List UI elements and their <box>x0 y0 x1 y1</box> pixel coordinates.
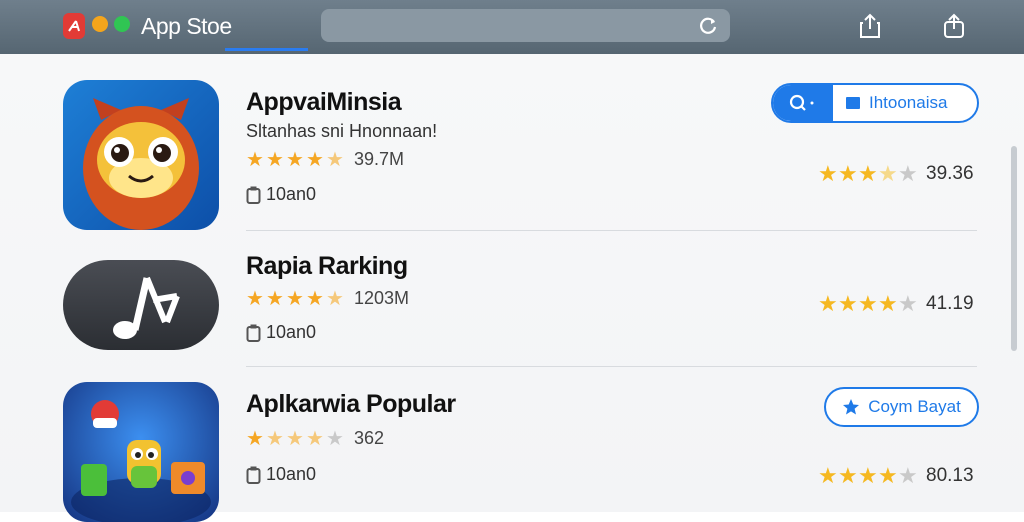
get-button[interactable]: Coym Bayat <box>824 387 979 427</box>
right-rating-value: 41.19 <box>926 293 974 314</box>
zoom-window-button[interactable] <box>114 16 130 32</box>
row-divider <box>246 366 977 367</box>
star-icon: ★ <box>838 161 858 186</box>
app-size: 10an0 <box>246 322 316 343</box>
star-icon: ★ <box>326 288 344 310</box>
star-icon: ★ <box>266 288 284 310</box>
star-icon: ★ <box>286 149 304 171</box>
star-icon: ★ <box>326 428 344 450</box>
app-subtitle: Sltanhas sni Hnonnaan! <box>246 121 438 141</box>
app-store-logo-icon <box>63 13 85 39</box>
search-icon <box>789 94 814 111</box>
rating-count: 362 <box>354 428 385 448</box>
star-icon: ★ <box>898 161 918 186</box>
star-icon: ★ <box>838 291 858 316</box>
right-rating: ★ ★ ★ ★ ★ 39.36 <box>818 161 974 187</box>
star-icon: ★ <box>898 291 918 316</box>
owl-app-icon <box>63 80 219 230</box>
title-bar: App Stoe <box>0 0 1024 54</box>
star-icon: ★ <box>266 149 284 171</box>
star-badge-icon <box>843 399 860 415</box>
star-icon: ★ <box>246 428 264 450</box>
app-list: AppvaiMinsia Sltanhas sni Hnonnaan! ★ ★ … <box>0 54 1024 522</box>
app-name[interactable]: AppvaiMinsia <box>246 88 402 117</box>
star-icon: ★ <box>306 288 324 310</box>
star-icon: ★ <box>858 463 878 488</box>
app-size: 10an0 <box>246 184 316 205</box>
search-pill[interactable]: Ihtoonaisa <box>771 83 979 123</box>
bookmark-icon <box>846 97 860 109</box>
star-icon: ★ <box>246 288 264 310</box>
get-button-label: Coym Bayat <box>868 397 961 416</box>
share-icon[interactable] <box>858 13 882 39</box>
app-rating: ★ ★ ★ ★ ★ 362 <box>246 426 384 451</box>
music-app-icon <box>63 260 219 350</box>
right-rating-value: 80.13 <box>926 465 974 486</box>
active-tab-indicator <box>225 48 308 51</box>
star-icon: ★ <box>306 149 324 171</box>
star-icon: ★ <box>818 161 838 186</box>
star-icon: ★ <box>878 161 898 186</box>
right-rating: ★ ★ ★ ★ ★ 41.19 <box>818 291 974 317</box>
right-rating-value: 39.36 <box>926 163 974 184</box>
app-size-value: 10an0 <box>266 184 317 204</box>
star-icon: ★ <box>286 428 304 450</box>
minimize-window-button[interactable] <box>92 16 108 32</box>
star-icon: ★ <box>858 291 878 316</box>
star-icon: ★ <box>858 161 878 186</box>
scrollbar[interactable] <box>1011 146 1017 351</box>
app-rating: ★ ★ ★ ★ ★ 1203M <box>246 286 409 311</box>
star-icon: ★ <box>838 463 858 488</box>
file-icon <box>246 324 261 342</box>
star-icon: ★ <box>286 288 304 310</box>
file-icon <box>246 466 261 484</box>
right-rating: ★ ★ ★ ★ ★ 80.13 <box>818 463 974 489</box>
star-icon: ★ <box>266 428 284 450</box>
reload-icon[interactable] <box>697 14 719 36</box>
star-icon: ★ <box>818 463 838 488</box>
app-rating: ★ ★ ★ ★ ★ 39.7M <box>246 147 404 172</box>
star-icon: ★ <box>326 149 344 171</box>
star-icon: ★ <box>306 428 324 450</box>
app-size-value: 10an0 <box>266 464 317 484</box>
star-icon: ★ <box>878 291 898 316</box>
star-icon: ★ <box>246 149 264 171</box>
rating-count: 1203M <box>354 288 410 308</box>
app-name[interactable]: Rapia Rarking <box>246 252 408 281</box>
rating-count: 39.7M <box>354 149 405 169</box>
search-pill-label: Ihtoonaisa <box>869 93 948 112</box>
file-icon <box>246 186 261 204</box>
window-title: App Stoe <box>141 13 232 39</box>
row-divider <box>246 230 977 231</box>
app-name[interactable]: Aplkarwia Popular <box>246 390 456 419</box>
app-size: 10an0 <box>246 464 316 485</box>
app-size-value: 10an0 <box>266 322 317 342</box>
star-icon: ★ <box>818 291 838 316</box>
address-bar[interactable] <box>321 9 730 42</box>
star-icon: ★ <box>898 463 918 488</box>
search-button[interactable] <box>773 85 833 121</box>
export-icon[interactable] <box>942 13 966 39</box>
games-app-icon <box>63 382 219 522</box>
star-icon: ★ <box>878 463 898 488</box>
